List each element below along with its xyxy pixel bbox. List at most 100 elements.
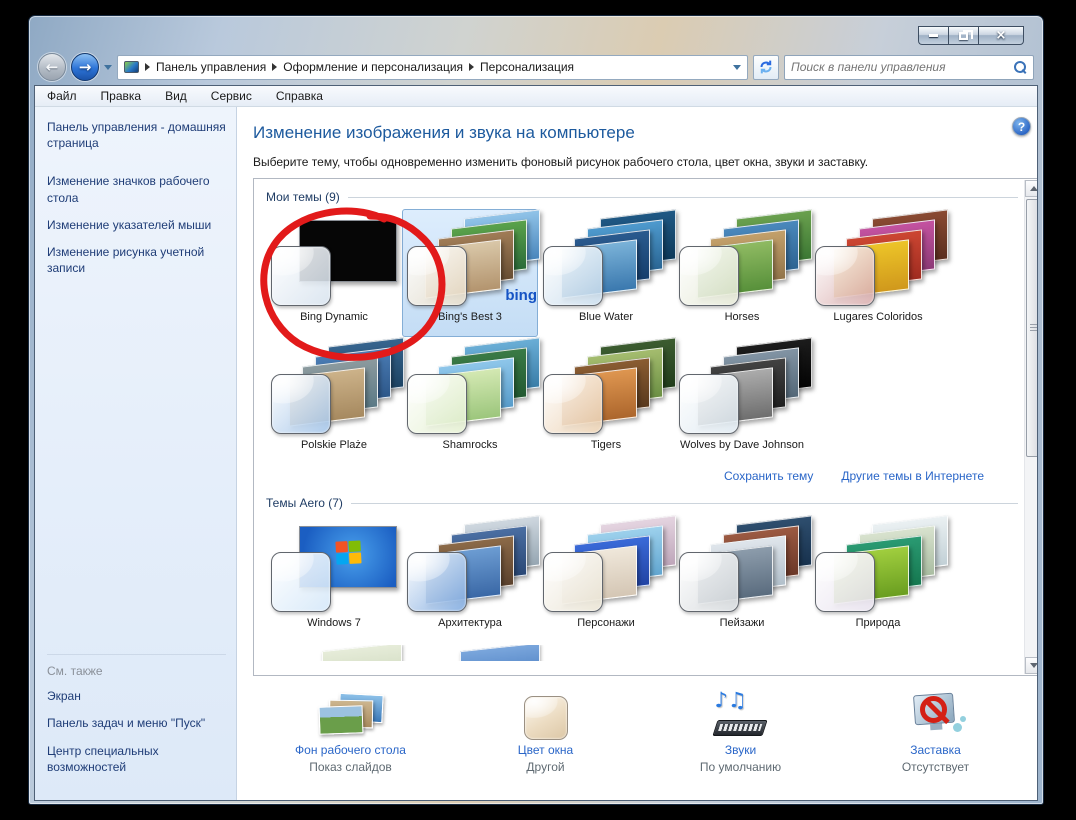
theme-glass-icon xyxy=(407,374,467,434)
breadcrumb[interactable]: Панель управления Оформление и персонали… xyxy=(117,54,748,80)
personalization-icon xyxy=(124,61,139,73)
sidebar-item-account-picture[interactable]: Изменение рисунка учетной записи xyxy=(47,244,226,276)
music-notes-icon: ♪♫ xyxy=(714,688,747,712)
sidebar-item-display[interactable]: Экран xyxy=(47,688,226,704)
title-bar[interactable]: × xyxy=(34,16,1038,49)
menu-view[interactable]: Вид xyxy=(165,89,187,103)
window-color-icon[interactable] xyxy=(523,692,568,740)
save-theme-link[interactable]: Сохранить тему xyxy=(724,469,813,487)
sounds-icon[interactable]: ♪♫ xyxy=(709,688,773,740)
breadcrumb-control-panel[interactable]: Панель управления xyxy=(156,60,266,74)
theme-glass-icon xyxy=(271,552,331,612)
sidebar-item-mouse-pointers[interactable]: Изменение указателей мыши xyxy=(47,217,226,233)
search-input[interactable] xyxy=(791,60,1013,74)
theme-preview xyxy=(269,216,399,308)
theme-characters[interactable]: Персонажи xyxy=(538,515,676,643)
theme-preview xyxy=(269,522,399,614)
theme-links-row: Сохранить тему Другие темы в Интернете xyxy=(266,469,984,487)
my-themes-group-header: Мои темы (9) xyxy=(266,187,1018,207)
theme-preview xyxy=(677,337,812,436)
get-more-themes-link[interactable]: Другие темы в Интернете xyxy=(841,469,984,487)
group-divider xyxy=(347,196,1018,198)
theme-glass-icon xyxy=(543,246,603,306)
theme-glass-icon xyxy=(407,552,467,612)
forward-button[interactable]: → xyxy=(71,53,99,81)
screen-saver-icon[interactable] xyxy=(904,692,968,740)
theme-shamrocks[interactable]: Shamrocks xyxy=(402,337,540,465)
breadcrumb-arrow-icon[interactable] xyxy=(145,63,150,71)
sounds-item: ♪♫ Звуки По умолчанию xyxy=(643,686,838,774)
close-button[interactable]: × xyxy=(978,26,1024,45)
theme-label: Bing's Best 3 xyxy=(438,311,502,323)
theme-preview xyxy=(405,515,540,614)
theme-label: Windows 7 xyxy=(307,617,361,629)
theme-windows-7[interactable]: Windows 7 xyxy=(266,515,402,643)
menu-help[interactable]: Справка xyxy=(276,89,323,103)
theme-glass-icon xyxy=(815,246,875,306)
sidebar-item-control-panel-home[interactable]: Панель управления - домашняя страница xyxy=(47,119,226,151)
see-also-section: См. также Экран Панель задач и меню "Пус… xyxy=(47,654,226,786)
navigation-toolbar: ← → Панель управления Оформление и персо… xyxy=(34,49,1038,85)
screen-saver-link[interactable]: Заставка xyxy=(910,743,961,757)
breadcrumb-appearance[interactable]: Оформление и персонализация xyxy=(283,60,463,74)
desktop-background-link[interactable]: Фон рабочего стола xyxy=(295,743,406,757)
sidebar-item-ease-of-access[interactable]: Центр специальных возможностей xyxy=(47,743,226,775)
scrollbar-thumb[interactable] xyxy=(1026,199,1037,457)
bing-logo: bing xyxy=(505,287,537,304)
menu-edit[interactable]: Правка xyxy=(101,89,142,103)
sounds-link[interactable]: Звуки xyxy=(725,743,756,757)
theme-preview xyxy=(405,337,540,436)
menu-file[interactable]: Файл xyxy=(47,89,77,103)
screen-saver-item: Заставка Отсутствует xyxy=(838,686,1033,774)
minimize-button[interactable] xyxy=(918,26,948,45)
theme-glass-icon xyxy=(815,552,875,612)
scroll-down-button[interactable] xyxy=(1025,657,1037,674)
theme-nature[interactable]: Природа xyxy=(810,515,948,643)
theme-bings-best-3-selected[interactable]: bing Bing's Best 3 xyxy=(402,209,540,337)
back-button[interactable]: ← xyxy=(38,53,66,81)
window-client-area: Файл Правка Вид Сервис Справка Панель уп… xyxy=(34,85,1038,801)
address-dropdown-icon[interactable] xyxy=(733,64,741,70)
theme-bing-dynamic[interactable]: Bing Dynamic xyxy=(266,209,402,337)
partially-visible-theme-row xyxy=(266,645,1018,661)
theme-horses[interactable]: Horses xyxy=(674,209,812,337)
theme-preview xyxy=(541,337,676,436)
sounds-status: По умолчанию xyxy=(699,760,782,774)
theme-landscapes[interactable]: Пейзажи xyxy=(674,515,812,643)
theme-preview xyxy=(269,337,404,436)
restore-icon xyxy=(959,29,973,40)
desktop-background-item: Фон рабочего стола Показ слайдов xyxy=(253,686,448,774)
theme-polskie-plaze[interactable]: Polskie Plaże xyxy=(266,337,404,465)
theme-tigers[interactable]: Tigers xyxy=(538,337,676,465)
menu-tools[interactable]: Сервис xyxy=(211,89,252,103)
theme-label: Shamrocks xyxy=(442,439,498,451)
theme-blue-water[interactable]: Blue Water xyxy=(538,209,676,337)
restore-button[interactable] xyxy=(948,26,978,45)
breadcrumb-arrow-icon[interactable] xyxy=(272,63,278,71)
my-themes-label: Мои темы (9) xyxy=(266,190,340,204)
aero-themes-grid: Windows 7 Архитектура Персонажи Пейзажи … xyxy=(266,515,950,643)
theme-wolves-by-dave-johnson[interactable]: Wolves by Dave Johnson xyxy=(674,337,812,465)
theme-lugares-coloridos[interactable]: Lugares Coloridos xyxy=(810,209,948,337)
theme-glass-icon xyxy=(543,552,603,612)
themes-scrollbar[interactable] xyxy=(1024,180,1037,674)
refresh-icon xyxy=(760,60,772,74)
recent-pages-dropdown-icon[interactable] xyxy=(104,64,112,70)
theme-glass-icon xyxy=(679,374,739,434)
sidebar-item-desktop-icons[interactable]: Изменение значков рабочего стола xyxy=(47,173,226,205)
breadcrumb-personalization[interactable]: Персонализация xyxy=(480,60,574,74)
scroll-up-button[interactable] xyxy=(1025,180,1037,197)
theme-glass-icon xyxy=(271,246,331,306)
screen-saver-status: Отсутствует xyxy=(901,760,970,774)
search-icon[interactable] xyxy=(1013,60,1027,74)
desktop-background-icon[interactable] xyxy=(318,692,384,740)
refresh-button[interactable] xyxy=(753,54,779,80)
breadcrumb-arrow-icon[interactable] xyxy=(469,63,475,71)
window-color-link[interactable]: Цвет окна xyxy=(518,743,573,757)
sidebar-item-taskbar-start-menu[interactable]: Панель задач и меню "Пуск" xyxy=(47,715,226,731)
theme-architecture[interactable]: Архитектура xyxy=(402,515,540,643)
help-button[interactable]: ? xyxy=(1012,117,1031,136)
theme-preview xyxy=(813,209,948,308)
page-title: Изменение изображения и звука на компьют… xyxy=(253,123,635,142)
prohibition-icon xyxy=(919,696,947,723)
